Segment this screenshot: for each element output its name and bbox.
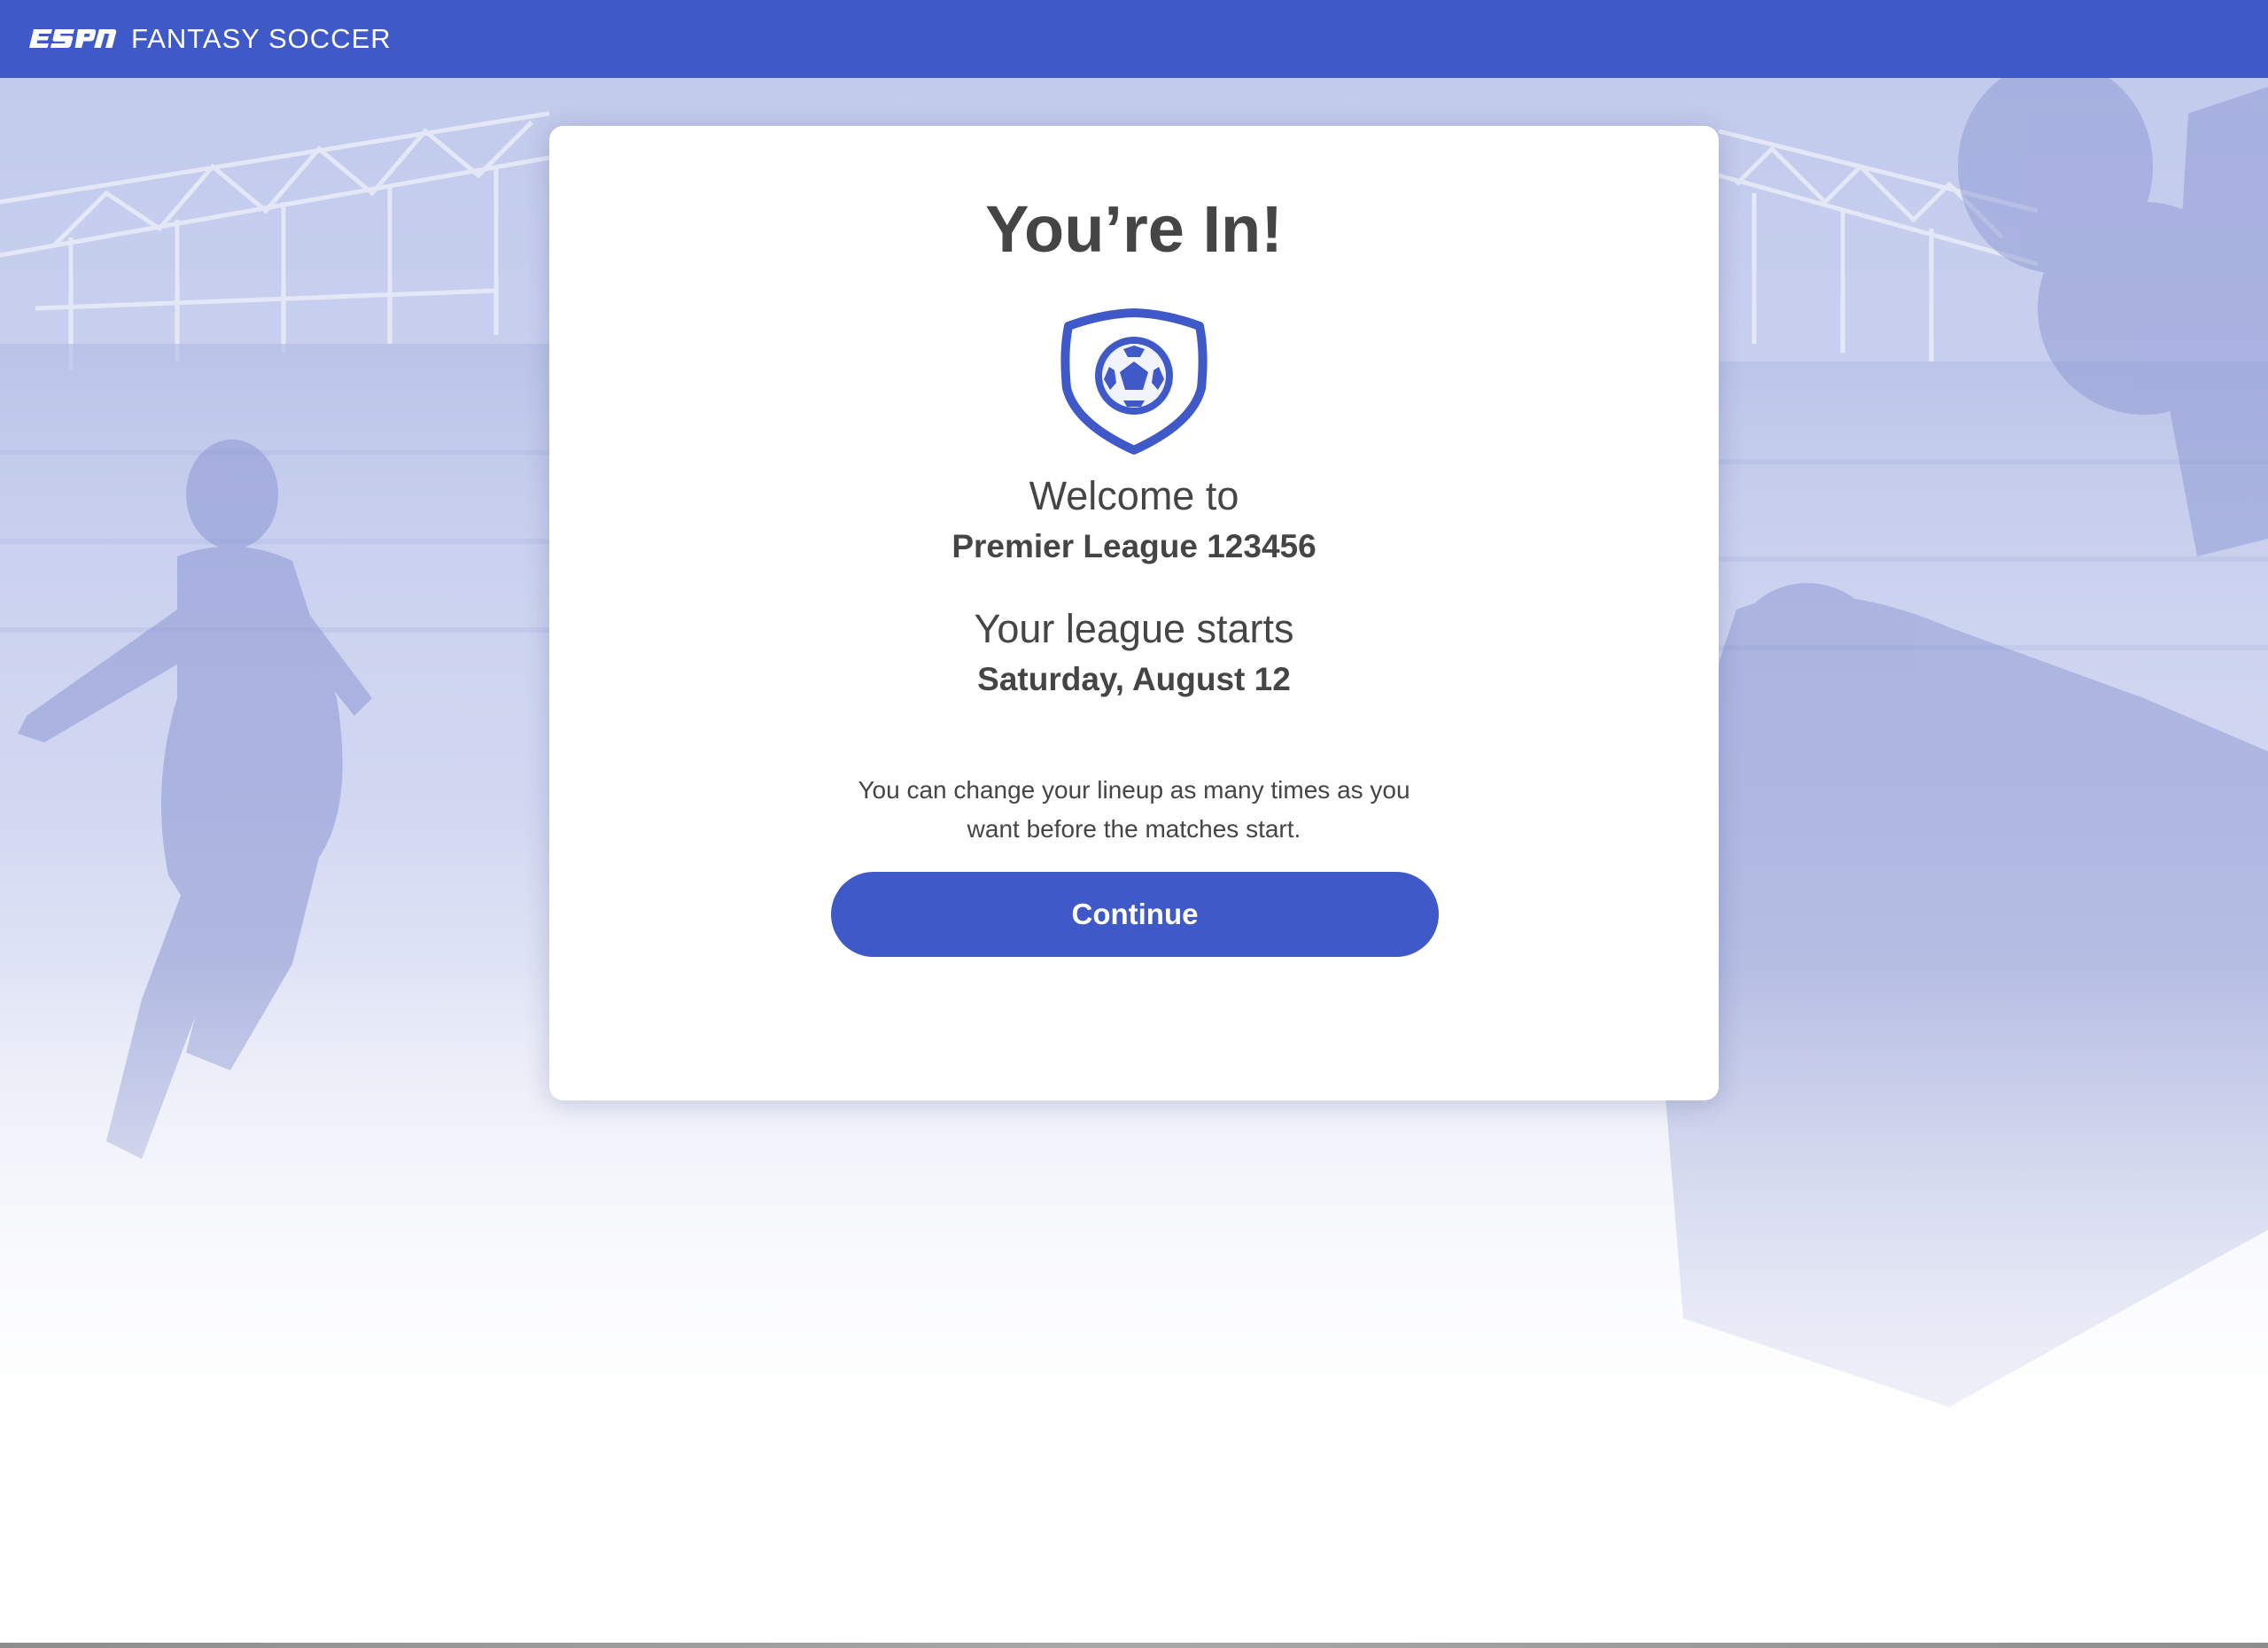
league-starts-label: Your league starts bbox=[974, 606, 1294, 651]
welcome-label: Welcome to bbox=[1029, 473, 1239, 518]
league-joined-card: You’re In! Welcome to Premier League 123… bbox=[549, 126, 1719, 1100]
league-name: Premier League 123456 bbox=[951, 528, 1317, 564]
top-navigation-bar: FANTASY SOCCER bbox=[0, 0, 2268, 78]
espn-logo-icon[interactable] bbox=[28, 27, 117, 51]
product-name[interactable]: FANTASY SOCCER bbox=[131, 0, 392, 78]
page-title: You’re In! bbox=[985, 192, 1283, 266]
soccer-shield-icon bbox=[1060, 308, 1208, 455]
continue-button[interactable]: Continue bbox=[831, 872, 1439, 957]
bottom-edge-divider bbox=[0, 1643, 2268, 1648]
lineup-change-note: You can change your lineup as many times… bbox=[858, 776, 1410, 843]
brand-lockup[interactable]: FANTASY SOCCER bbox=[28, 0, 392, 78]
league-start-date: Saturday, August 12 bbox=[977, 661, 1291, 697]
